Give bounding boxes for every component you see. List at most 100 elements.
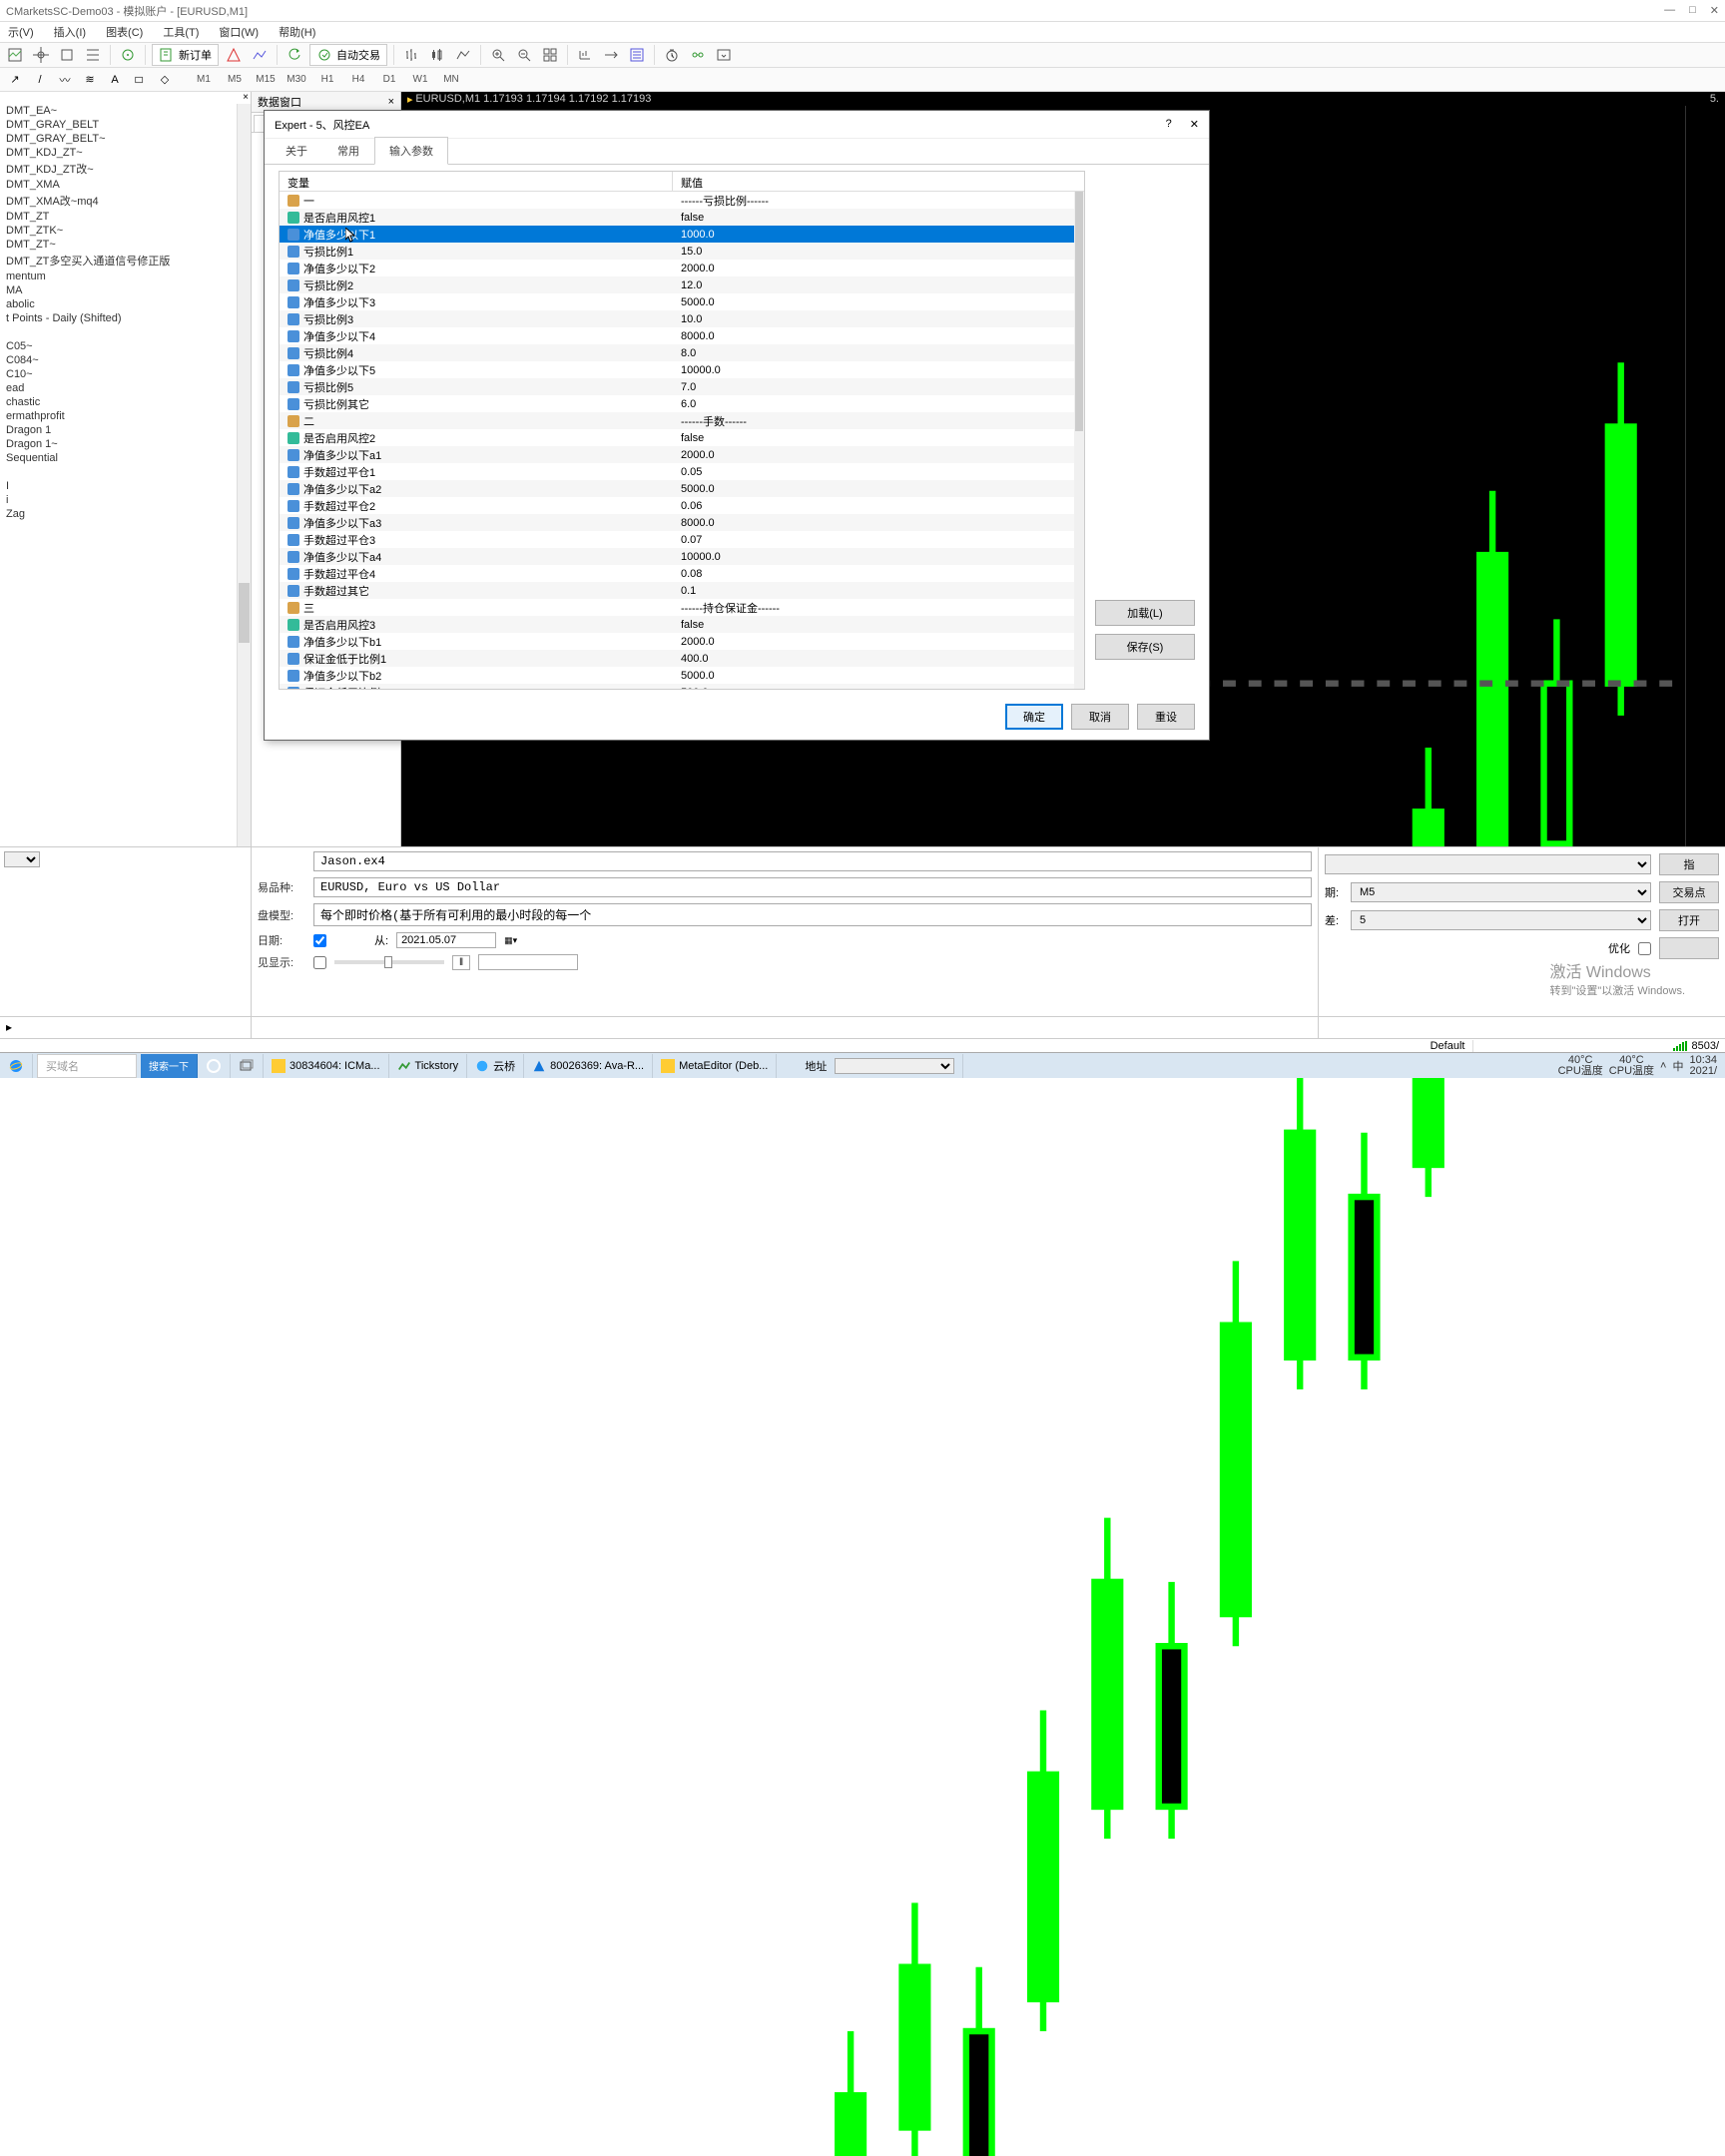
dialog-help-icon[interactable]: ? [1166, 118, 1172, 131]
grid-row[interactable]: 亏损比例212.0 [280, 276, 1084, 293]
crosshair-icon[interactable] [30, 44, 52, 66]
tree-item[interactable]: abolic [0, 297, 251, 311]
shift-icon[interactable] [574, 44, 596, 66]
grid-row[interactable]: 净值多少以下a12000.0 [280, 446, 1084, 463]
param-value[interactable]: 8.0 [673, 347, 1084, 359]
menu-view[interactable]: 示(V) [4, 22, 38, 42]
visual-date-input[interactable] [478, 954, 578, 970]
tf-h1[interactable]: H1 [313, 70, 341, 90]
param-value[interactable]: 2000.0 [673, 263, 1084, 274]
reset-button[interactable]: 重设 [1137, 704, 1195, 730]
tf-mn[interactable]: MN [437, 70, 465, 90]
tree-item[interactable]: C084~ [0, 353, 251, 367]
tree-item[interactable] [0, 465, 251, 479]
save-button[interactable]: 保存(S) [1095, 634, 1195, 660]
param-value[interactable]: 5000.0 [673, 296, 1084, 308]
grid-row[interactable]: 净值多少以下35000.0 [280, 293, 1084, 310]
grid-row[interactable]: 保证金低于比例2500.0 [280, 684, 1084, 689]
cpu-temp-1[interactable]: 40°CCPU温度 [1558, 1055, 1603, 1077]
close-button[interactable]: ✕ [1710, 4, 1719, 17]
candles-icon[interactable] [426, 44, 448, 66]
tree-item[interactable]: mentum [0, 270, 251, 283]
tree-item[interactable]: C10~ [0, 367, 251, 381]
tf-m30[interactable]: M30 [283, 70, 310, 90]
grid-row[interactable]: 二------手数------ [280, 412, 1084, 429]
spread-select[interactable]: 5 [1351, 910, 1651, 930]
taskbar-app-2[interactable]: Tickstory [389, 1054, 468, 1078]
taskbar-app-4[interactable]: 80026369: Ava-R... [524, 1054, 653, 1078]
tab-inputs[interactable]: 输入参数 [374, 137, 448, 165]
grid-row[interactable]: 手数超过平仓30.07 [280, 531, 1084, 548]
grid-row[interactable]: 净值多少以下b25000.0 [280, 667, 1084, 684]
tester-type-select[interactable] [4, 851, 40, 867]
label-icon[interactable] [129, 70, 151, 90]
calendar-icon[interactable]: ▦▾ [504, 935, 517, 946]
param-value[interactable]: ------手数------ [673, 413, 1084, 429]
grid-row[interactable]: 手数超过平仓40.08 [280, 565, 1084, 582]
param-value[interactable]: ------亏损比例------ [673, 193, 1084, 209]
grid-row[interactable]: 净值多少以下b12000.0 [280, 633, 1084, 650]
new-order-button[interactable]: 新订单 [152, 44, 219, 66]
tree-item[interactable]: DMT_ZTK~ [0, 224, 251, 238]
param-value[interactable]: 8000.0 [673, 330, 1084, 342]
properties-icon[interactable] [626, 44, 648, 66]
tree-item[interactable]: ead [0, 381, 251, 395]
connect-icon[interactable] [687, 44, 709, 66]
tree-item[interactable]: DMT_EA~ [0, 104, 251, 118]
tree-item[interactable] [0, 325, 251, 339]
period-select[interactable]: M5 [1351, 882, 1651, 902]
objects-icon[interactable]: ◇ [154, 70, 176, 90]
param-value[interactable]: 15.0 [673, 246, 1084, 258]
grid-row[interactable]: 亏损比例57.0 [280, 378, 1084, 395]
taskbar-app-5[interactable]: MetaEditor (Deb... [653, 1054, 777, 1078]
tree-item[interactable]: DMT_KDJ_ZT~ [0, 146, 251, 160]
ie-icon[interactable] [0, 1054, 33, 1078]
menu-help[interactable]: 帮助(H) [275, 22, 319, 42]
tab-common[interactable]: 常用 [322, 137, 374, 164]
param-value[interactable]: false [673, 432, 1084, 444]
param-value[interactable]: 7.0 [673, 381, 1084, 393]
tf-m1[interactable]: M1 [190, 70, 218, 90]
optimize-checkbox[interactable] [1638, 942, 1651, 955]
pause-button[interactable]: ‖ [452, 955, 470, 970]
tree-item[interactable]: DMT_XMA改~mq4 [0, 192, 251, 210]
param-value[interactable]: 0.07 [673, 534, 1084, 546]
param-value[interactable]: 6.0 [673, 398, 1084, 410]
param-value[interactable]: 5000.0 [673, 483, 1084, 495]
grid-row[interactable]: 净值多少以下48000.0 [280, 327, 1084, 344]
tree-item[interactable]: C05~ [0, 339, 251, 353]
tree-item[interactable]: DMT_GRAY_BELT~ [0, 132, 251, 146]
tree-item[interactable]: DMT_ZT [0, 210, 251, 224]
param-value[interactable]: 0.1 [673, 585, 1084, 597]
param-value[interactable]: 10000.0 [673, 364, 1084, 376]
search-button[interactable]: 指 [1659, 853, 1719, 875]
tree-item[interactable]: DMT_ZT~ [0, 238, 251, 252]
grid-row[interactable]: 手数超过其它0.1 [280, 582, 1084, 599]
param-value[interactable]: 0.05 [673, 466, 1084, 478]
param-value[interactable]: 10.0 [673, 313, 1084, 325]
zoom-out-icon[interactable] [513, 44, 535, 66]
trend-icon[interactable]: 〰 [54, 70, 76, 90]
grid-row[interactable]: 三------持仓保证金------ [280, 599, 1084, 616]
grid-row[interactable]: 净值多少以下22000.0 [280, 260, 1084, 276]
grid-row[interactable]: 净值多少以下a38000.0 [280, 514, 1084, 531]
ok-button[interactable]: 确定 [1005, 704, 1063, 730]
tree-item[interactable]: ermathprofit [0, 409, 251, 423]
grid-row[interactable]: 亏损比例48.0 [280, 344, 1084, 361]
param-value[interactable]: 2000.0 [673, 449, 1084, 461]
optimize-button[interactable] [1659, 937, 1719, 959]
grid-row[interactable]: 净值多少以下11000.0 [280, 226, 1084, 243]
cpu-temp-2[interactable]: 40°CCPU温度 [1609, 1055, 1654, 1077]
grid-row[interactable]: 一------亏损比例------ [280, 192, 1084, 209]
param-value[interactable]: 2000.0 [673, 636, 1084, 648]
param-value[interactable]: 500.0 [673, 687, 1084, 690]
tf-h4[interactable]: H4 [344, 70, 372, 90]
period-button[interactable]: 交易点 [1659, 881, 1719, 903]
taskbar-app-1[interactable]: 30834604: ICMa... [264, 1054, 389, 1078]
tree-item[interactable]: DMT_ZT多空买入通道信号修正版 [0, 252, 251, 270]
grid-row[interactable]: 亏损比例310.0 [280, 310, 1084, 327]
spread-button[interactable]: 打开 [1659, 909, 1719, 931]
scrollbar[interactable] [237, 104, 251, 920]
tray-up-icon[interactable]: ˄ [1660, 1060, 1666, 1072]
symbol-search-select[interactable] [1325, 854, 1651, 874]
